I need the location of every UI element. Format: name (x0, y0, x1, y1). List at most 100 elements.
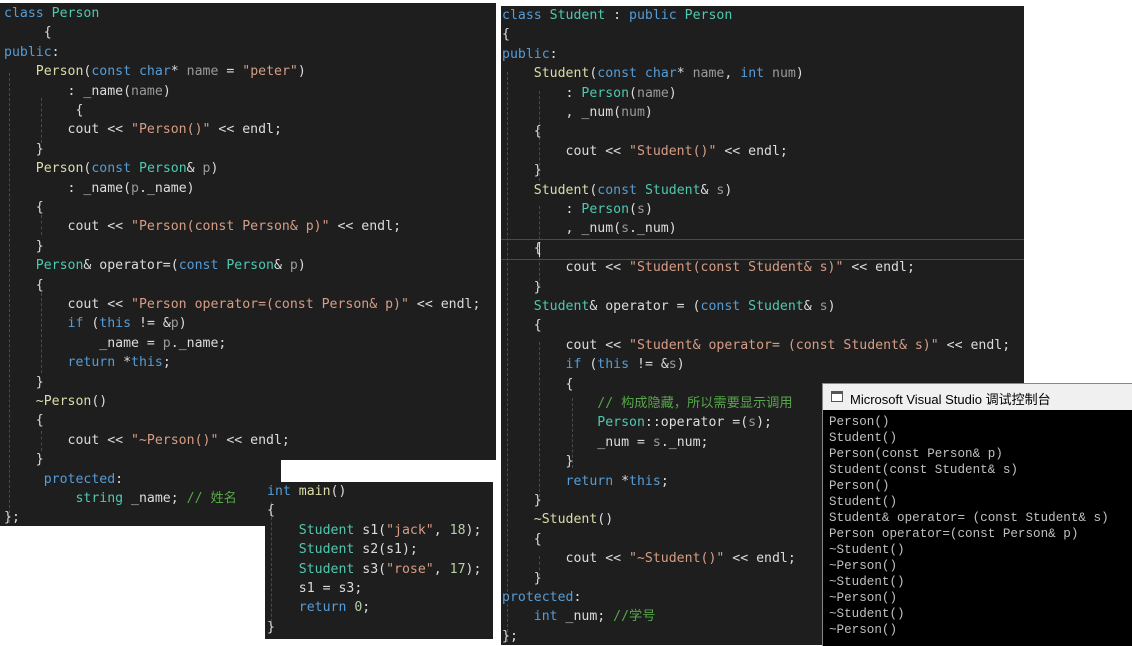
code-token: << endl; (843, 260, 915, 276)
code-line: { (4, 23, 52, 42)
code-token: Person (684, 8, 733, 23)
code-token: Person (4, 161, 84, 177)
code-line: { (267, 501, 275, 520)
code-line: } (502, 278, 542, 297)
console-output-line: Person() (829, 479, 890, 493)
code-token: name (131, 83, 163, 99)
current-line-highlight (501, 239, 1024, 260)
code-token: _num = (502, 434, 653, 450)
code-line: } (502, 569, 542, 588)
code-line: { (502, 25, 510, 44)
code-token: name (692, 66, 725, 82)
code-token: Student (549, 8, 606, 23)
code-token: "Person()" (131, 122, 211, 138)
code-token: : (573, 590, 582, 605)
debug-console-window[interactable]: Microsoft Visual Studio 调试控制台 Person() St… (822, 383, 1132, 646)
code-token: ._name; (170, 335, 227, 351)
code-token: cout << (4, 219, 132, 235)
code-token: () (91, 394, 108, 409)
code-token: ) (668, 85, 677, 101)
code-token: : (549, 46, 558, 62)
code-line: { (4, 411, 44, 430)
code-token: _num; (565, 609, 614, 625)
code-line: : _name(name) (4, 82, 171, 101)
code-token: { (4, 25, 52, 41)
code-token: return (267, 600, 355, 616)
code-line: class Student : public Person (502, 6, 732, 25)
code-token: } (4, 452, 44, 468)
code-token: s (652, 434, 661, 450)
code-token: Student (267, 542, 363, 558)
code-line: cout << "Student& operator= (const Stude… (502, 336, 1011, 355)
code-line: } (502, 452, 574, 471)
code-token: } (502, 493, 542, 508)
console-output-line: Student() (829, 431, 898, 445)
code-line: { (502, 530, 542, 549)
code-line: } (502, 491, 542, 510)
console-output-line: ~Student() (829, 543, 905, 557)
code-token: "jack" (386, 522, 434, 538)
code-token: s (748, 415, 757, 431)
code-token: ( (629, 202, 637, 217)
code-token: num (621, 105, 645, 120)
code-token: { (502, 318, 542, 334)
code-token: "peter" (242, 64, 298, 80)
code-token: , _num( (502, 221, 622, 237)
code-token: public (502, 46, 550, 62)
console-title-bar[interactable]: Microsoft Visual Studio 调试控制台 (823, 384, 1132, 410)
code-token: ) (827, 299, 836, 314)
code-token: & (700, 182, 717, 198)
code-token: { (502, 124, 542, 140)
code-token: 17 (449, 561, 466, 577)
code-line: } (4, 373, 44, 392)
code-line: { (502, 239, 542, 258)
code-token: ) (795, 66, 804, 82)
code-token: ) (178, 316, 187, 332)
code-token: int (502, 609, 566, 625)
code-line: } (4, 140, 44, 159)
code-token: s (637, 202, 645, 217)
code-token: { (4, 413, 44, 429)
code-token: p (162, 335, 171, 351)
code-token: , (433, 561, 450, 577)
code-token: ) (297, 258, 306, 274)
code-token: Student (502, 66, 590, 82)
code-line: Person::operator =(s); (502, 413, 772, 432)
code-line: if (this != &s) (502, 355, 685, 374)
code-token: cout << (502, 143, 630, 159)
code-token: { (502, 531, 542, 547)
code-token: this (99, 316, 132, 332)
console-output-line: ~Person() (829, 591, 898, 605)
code-token: : _name( (4, 180, 132, 196)
code-token: "Student()" (629, 143, 717, 159)
code-token: & (803, 299, 820, 314)
code-line: , _num(num) (502, 103, 653, 122)
code-line: : _name(p._name) (4, 179, 195, 198)
console-output-line: Person(const Person& p) (829, 447, 1003, 461)
code-token: () (597, 512, 614, 528)
code-token: s (621, 221, 630, 237)
code-token: } (502, 454, 574, 470)
code-token: { (502, 376, 574, 392)
console-window-icon (831, 391, 843, 402)
console-output-line: ~Student() (829, 575, 905, 589)
code-line: Student(const Student& s) (502, 181, 733, 200)
code-token: , (724, 66, 741, 82)
code-token: protected (4, 471, 116, 487)
code-token: << endl; (724, 551, 796, 567)
code-token: ~Person (4, 394, 92, 409)
code-token: : (605, 8, 630, 23)
code-token: const char (91, 64, 171, 80)
code-token: } (4, 374, 44, 390)
code-token: ) (210, 161, 219, 177)
code-line: } (4, 450, 44, 469)
code-line: { (502, 375, 574, 394)
code-token: << endl; (716, 143, 788, 159)
code-token: << endl; (938, 337, 1011, 353)
code-token: & (273, 258, 290, 274)
console-output-line: Person operator=(const Person& p) (829, 527, 1079, 541)
code-line: int _num; //学号 (502, 607, 656, 626)
code-line: } (267, 618, 275, 637)
code-line: ~Person() (4, 392, 107, 411)
code-token: ::operator =( (644, 415, 749, 431)
